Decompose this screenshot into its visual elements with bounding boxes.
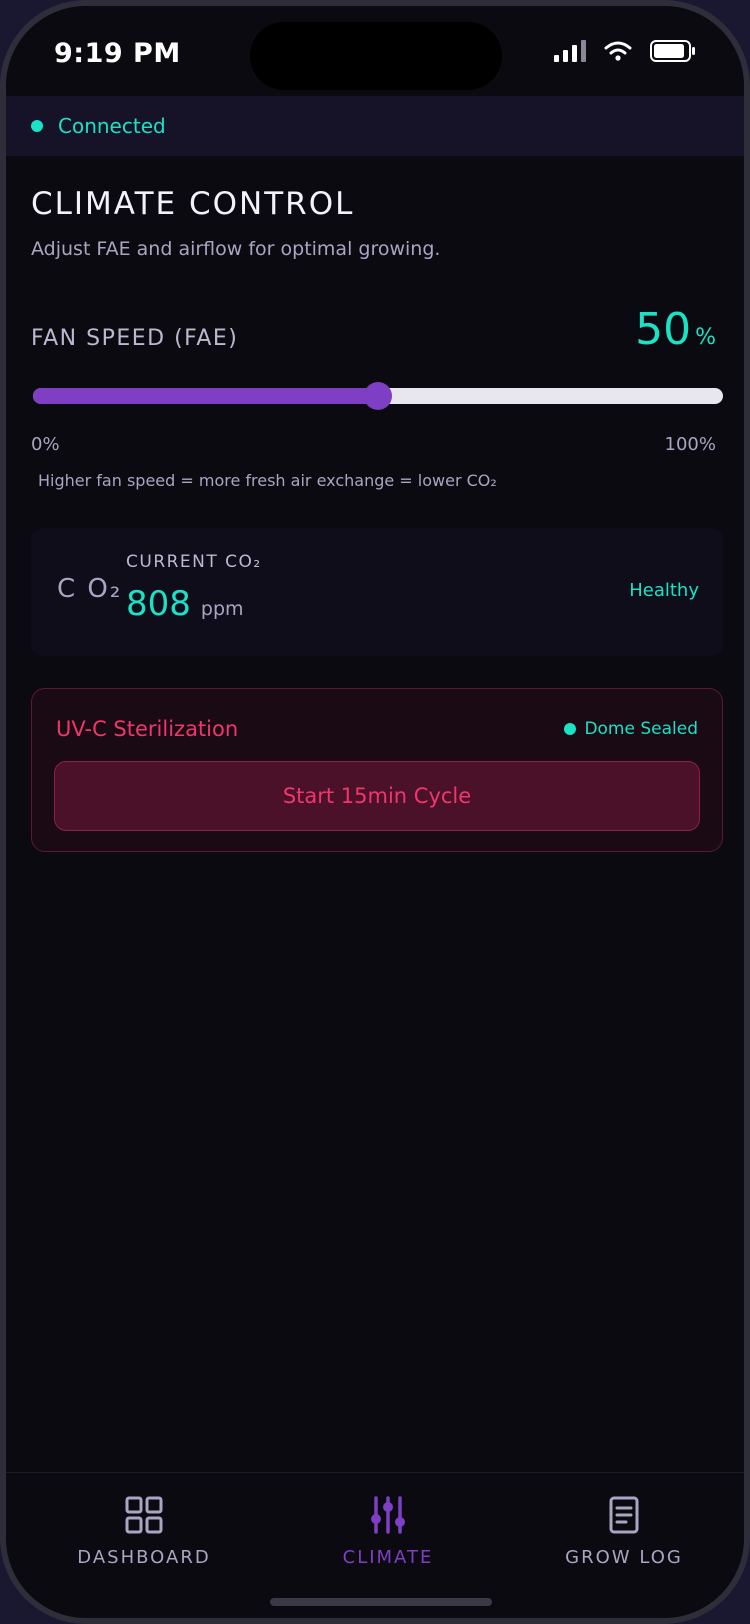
sliders-icon (371, 1496, 405, 1534)
connection-dot-icon (31, 120, 43, 132)
nav-item-grow-log[interactable]: GROW LOG (524, 1495, 724, 1568)
nav-label-grow-log: GROW LOG (565, 1547, 683, 1568)
co2-status: Healthy (629, 580, 699, 601)
page-title: CLIMATE CONTROL (31, 186, 355, 222)
signal-icon (554, 40, 586, 62)
fan-speed-readout: 50 % (635, 304, 716, 355)
fan-speed-unit: % (695, 325, 716, 350)
co2-reading: 808 ppm (126, 584, 244, 624)
slider-fill (33, 388, 378, 404)
fan-speed-hint: Higher fan speed = more fresh air exchan… (38, 471, 497, 490)
co2-label: CURRENT CO₂ (126, 552, 262, 572)
connection-bar: Connected (6, 96, 744, 156)
dome-status: Dome Sealed (564, 719, 698, 739)
document-icon (609, 1496, 639, 1534)
uv-sterilization-card: UV-C Sterilization Dome Sealed Start 15m… (31, 688, 723, 852)
co2-unit: ppm (200, 598, 244, 620)
battery-icon (650, 40, 695, 62)
fan-speed-value: 50 (635, 304, 692, 355)
nav-label-climate: CLIMATE (342, 1547, 434, 1568)
nav-item-climate[interactable]: CLIMATE (288, 1495, 488, 1568)
dome-status-label: Dome Sealed (584, 719, 698, 739)
status-icons (554, 40, 696, 62)
nav-item-dashboard[interactable]: DASHBOARD (44, 1495, 244, 1568)
page-subtitle: Adjust FAE and airflow for optimal growi… (31, 238, 441, 260)
grid-icon (125, 1496, 163, 1534)
nav-label-dashboard: DASHBOARD (77, 1547, 211, 1568)
status-bar: 9:19 PM (6, 6, 744, 102)
fan-speed-label: FAN SPEED (FAE) (31, 326, 239, 351)
status-dot-icon (564, 723, 577, 735)
fan-speed-slider[interactable] (33, 382, 723, 410)
phone-frame: 9:19 PM Connected CLIMATE CONTROL Adjust… (0, 0, 750, 1624)
co2-icon: C O₂ (57, 574, 123, 604)
home-indicator[interactable] (270, 1598, 492, 1606)
connection-label: Connected (58, 114, 166, 138)
slider-max-label: 100% (664, 434, 716, 455)
status-time: 9:19 PM (54, 38, 181, 69)
slider-thumb[interactable] (364, 382, 392, 410)
uv-title: UV-C Sterilization (56, 717, 239, 741)
dynamic-island (250, 22, 502, 90)
wifi-icon (604, 41, 632, 61)
co2-value: 808 (126, 584, 191, 624)
slider-min-label: 0% (31, 434, 60, 455)
co2-card: C O₂ CURRENT CO₂ 808 ppm Healthy (31, 528, 723, 656)
start-cycle-button[interactable]: Start 15min Cycle (54, 761, 700, 831)
